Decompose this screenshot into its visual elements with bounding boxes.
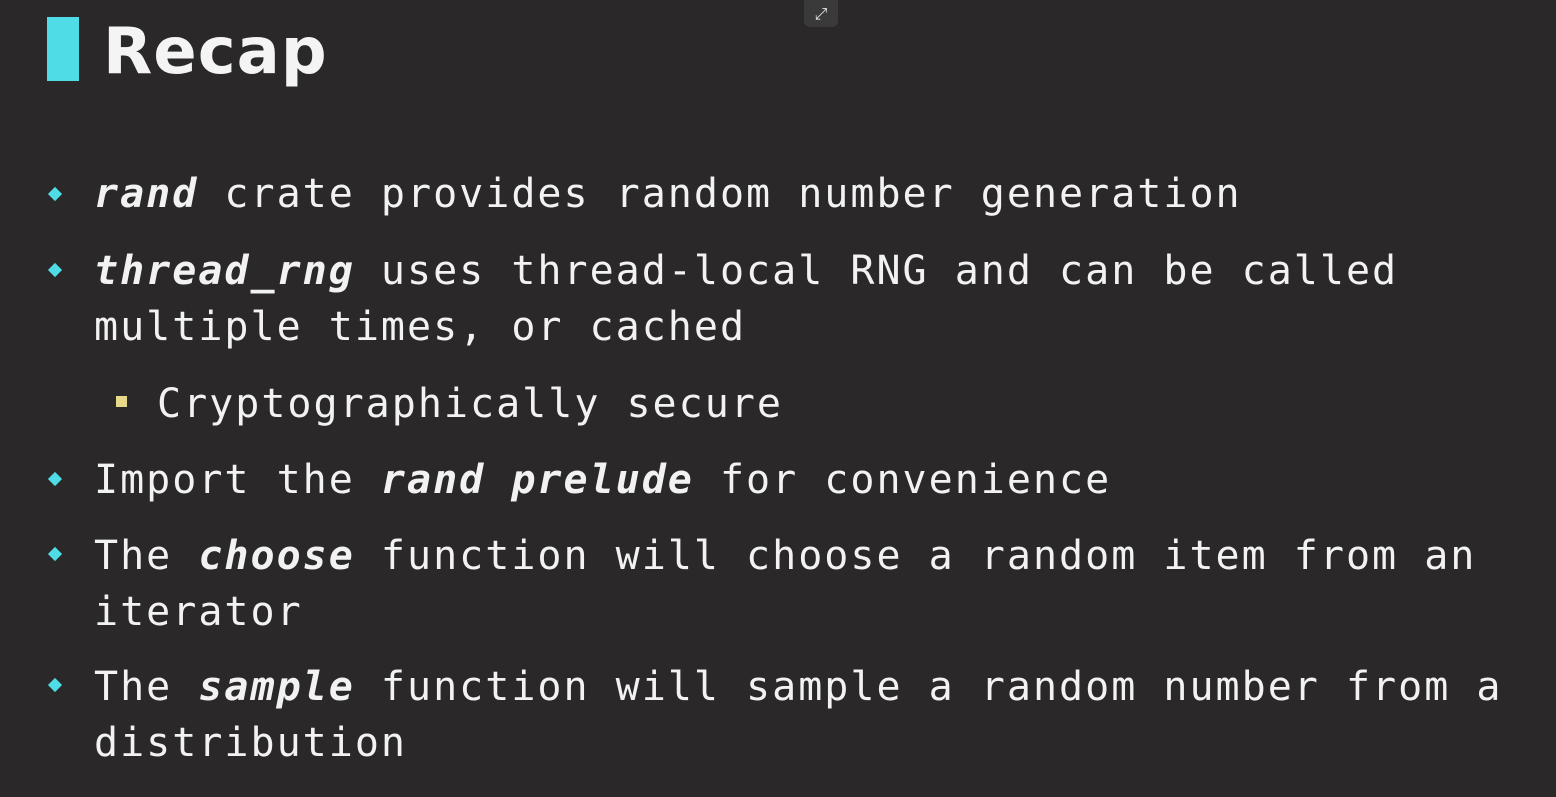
diamond-bullet-icon	[47, 677, 63, 693]
bullet-text: Import the rand prelude for convenience	[94, 452, 1534, 508]
slide-title: Recap	[103, 15, 328, 89]
bullet-keyword: rand	[94, 171, 199, 217]
bullet-segment: Import the	[94, 457, 381, 503]
exit-fullscreen-icon: ⤢	[814, 3, 828, 23]
bullet-segment: for convenience	[693, 457, 1112, 503]
bullet-segment: crate provides random number generation	[198, 171, 1242, 217]
bullet-text: The sample function will sample a random…	[94, 659, 1514, 771]
diamond-bullet-icon	[47, 262, 63, 278]
bullet-keyword: thread_rng	[94, 248, 355, 294]
bullet-text: rand crate provides random number genera…	[94, 166, 1534, 222]
sub-bullet-text: Cryptographically secure	[157, 376, 1556, 432]
bullet-text: thread_rng uses thread-local RNG and can…	[94, 243, 1474, 355]
title-accent-bar	[47, 17, 79, 81]
bullet-keyword: rand prelude	[380, 457, 694, 503]
bullet-keyword: choose	[198, 533, 355, 579]
bullet-keyword: sample	[198, 664, 355, 710]
slide: ⤢ Recap rand crate provides random numbe…	[0, 0, 1556, 797]
diamond-bullet-icon	[47, 471, 63, 487]
bullet-segment: The	[94, 664, 199, 710]
bullet-text: The choose function will choose a random…	[94, 528, 1534, 640]
bullet-segment: Cryptographically secure	[157, 381, 783, 427]
exit-fullscreen-button[interactable]: ⤢	[804, 0, 838, 27]
square-bullet-icon	[116, 396, 127, 407]
diamond-bullet-icon	[47, 186, 63, 202]
diamond-bullet-icon	[47, 546, 63, 562]
bullet-segment: The	[94, 533, 199, 579]
